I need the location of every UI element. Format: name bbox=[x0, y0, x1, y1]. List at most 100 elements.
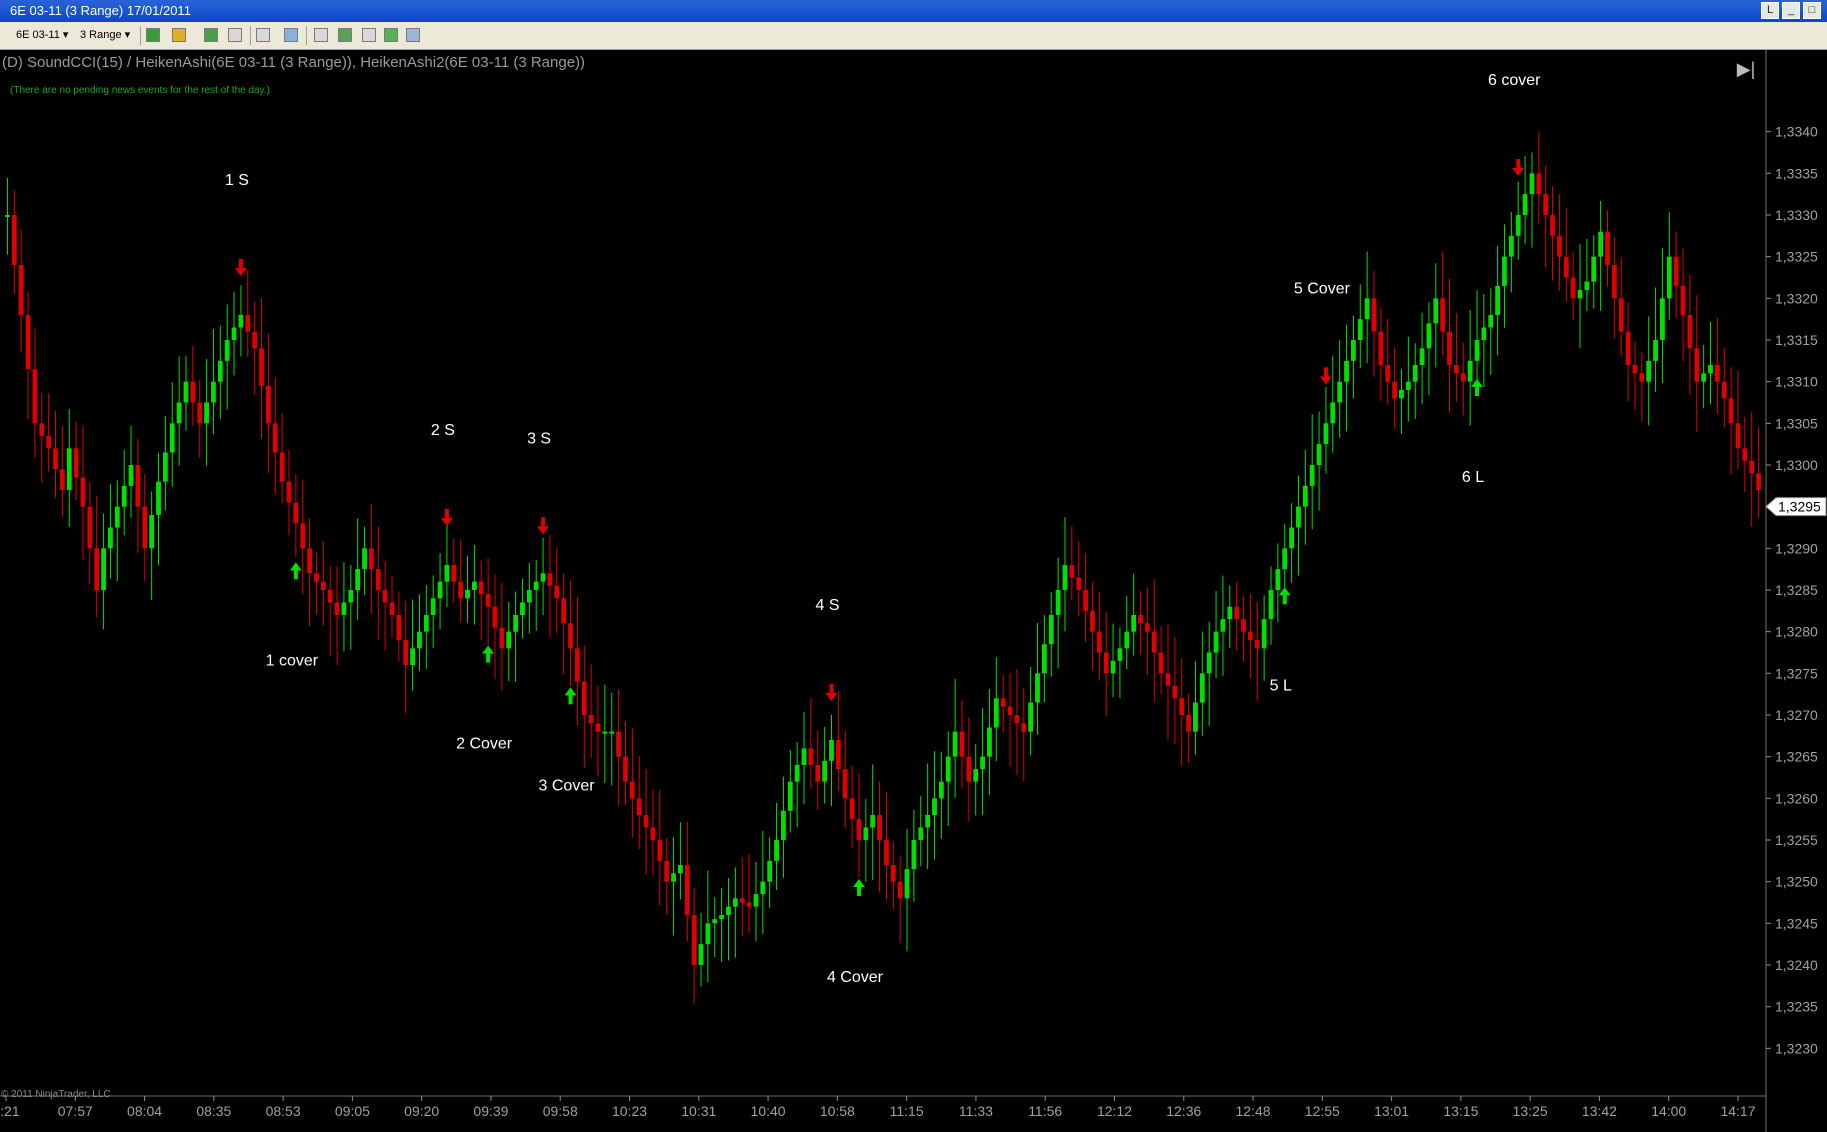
short-arrow-shaft bbox=[541, 517, 546, 528]
price-chart[interactable]: 1 S 1 cover 2 S 2 Cover 3 S 3 Cover 4 S 4 Cover… bbox=[0, 50, 1827, 1132]
candle-body bbox=[341, 602, 347, 615]
candle-body bbox=[1378, 331, 1384, 365]
indicators-icon[interactable] bbox=[338, 28, 352, 42]
candle-body bbox=[162, 452, 168, 482]
candle-body bbox=[1433, 298, 1439, 324]
price-axis: 1,3230 1,3235 1,3240 1,3245 1,3250 1,3255 1,32… bbox=[1765, 50, 1827, 1132]
candle-body bbox=[499, 627, 505, 649]
short-arrow-head bbox=[537, 526, 550, 535]
time-tick-label: 14:00 bbox=[1651, 1103, 1686, 1119]
properties-icon[interactable] bbox=[406, 28, 420, 42]
candle-body bbox=[726, 906, 731, 915]
signal-label: 5 L bbox=[1270, 677, 1292, 694]
long-arrow-head bbox=[289, 562, 302, 571]
candle-body bbox=[348, 590, 354, 603]
candle-body bbox=[1515, 215, 1521, 236]
data-box-icon[interactable] bbox=[314, 28, 328, 42]
candle-body bbox=[1735, 423, 1741, 449]
candle-body bbox=[575, 648, 580, 682]
time-tick-label: 10:40 bbox=[751, 1103, 786, 1119]
crosshair-icon[interactable] bbox=[256, 28, 270, 42]
short-arrow-head bbox=[825, 693, 838, 701]
candle-body bbox=[94, 548, 100, 590]
candle-body bbox=[815, 765, 821, 782]
signal-label: 4 Cover bbox=[827, 969, 884, 986]
candle-body bbox=[1055, 590, 1061, 615]
candle-body bbox=[231, 327, 237, 340]
candle-body bbox=[1316, 444, 1322, 465]
time-tick-label: 11:33 bbox=[959, 1103, 993, 1119]
candle-body bbox=[822, 760, 828, 782]
candle-body bbox=[5, 215, 10, 217]
long-arrow-head bbox=[1278, 587, 1291, 596]
candle-body bbox=[1220, 619, 1226, 632]
candle-body bbox=[1117, 648, 1123, 661]
candle-body bbox=[1756, 473, 1761, 490]
candle-body bbox=[423, 615, 429, 632]
candle-body bbox=[286, 481, 292, 503]
time-tick-label: 08:04 bbox=[127, 1103, 162, 1119]
candle-body bbox=[952, 731, 958, 757]
candle-body bbox=[568, 623, 573, 649]
period-selector[interactable]: 3 Range ▾ bbox=[80, 28, 130, 41]
candle-body bbox=[355, 569, 361, 590]
short-arrow-head bbox=[1512, 168, 1525, 176]
pencil-draw-icon[interactable] bbox=[172, 28, 186, 42]
candle-body bbox=[403, 640, 409, 665]
candle-body bbox=[1419, 348, 1425, 365]
candle-body bbox=[1110, 660, 1116, 674]
price-tick-label: 1,3275 bbox=[1775, 665, 1818, 681]
time-axis: 7:21 07:57 08:04 08:35 08:53 09:05 09:20 09:39 0… bbox=[0, 1095, 1766, 1119]
candle-body bbox=[1069, 565, 1075, 578]
instrument-selector[interactable]: 6E 03-11 ▾ bbox=[16, 28, 68, 41]
candle-body bbox=[293, 502, 299, 524]
candle-body bbox=[1508, 235, 1514, 257]
window-title: 6E 03-11 (3 Range) 17/01/2011 bbox=[10, 3, 191, 18]
candle-body bbox=[1206, 652, 1212, 674]
link-button[interactable]: L bbox=[1761, 2, 1779, 19]
maximize-button[interactable]: □ bbox=[1803, 2, 1821, 19]
candle-body bbox=[1536, 173, 1542, 195]
price-tick-label: 1,3310 bbox=[1775, 374, 1818, 390]
candle-body bbox=[1158, 652, 1164, 674]
candle-body bbox=[1179, 698, 1185, 715]
signal-label: 2 S bbox=[431, 422, 455, 439]
candle-body bbox=[1412, 365, 1418, 382]
candle-body bbox=[1144, 623, 1150, 632]
zoom-icon[interactable] bbox=[284, 28, 298, 42]
price-tick-label: 1,3290 bbox=[1775, 540, 1818, 556]
long-arrow-shaft bbox=[486, 652, 491, 663]
pin-icon[interactable] bbox=[204, 28, 218, 42]
minimize-button[interactable]: _ bbox=[1782, 2, 1800, 19]
candle-body bbox=[375, 569, 381, 590]
candle-body bbox=[1000, 698, 1006, 707]
bar-style-icon[interactable] bbox=[146, 28, 160, 42]
eraser-icon[interactable] bbox=[228, 28, 242, 42]
candle-body bbox=[300, 523, 306, 549]
short-arrow-shaft bbox=[238, 259, 243, 269]
time-tick-label: 12:36 bbox=[1166, 1103, 1201, 1119]
candle-body bbox=[444, 565, 450, 582]
price-tick-label: 1,3300 bbox=[1775, 457, 1818, 473]
strategy-icon[interactable] bbox=[362, 28, 376, 42]
candle-body bbox=[1749, 460, 1755, 474]
short-arrow-shaft bbox=[1323, 367, 1328, 378]
strategy-run-icon[interactable] bbox=[384, 28, 398, 42]
candle-body bbox=[650, 827, 656, 840]
candle-body bbox=[1296, 506, 1301, 528]
candle-body bbox=[753, 894, 759, 907]
candle-body bbox=[698, 944, 704, 965]
candle-body bbox=[1639, 373, 1645, 382]
candle-body bbox=[1714, 365, 1720, 382]
time-tick-label: 09:39 bbox=[473, 1103, 508, 1119]
time-tick-label: 09:05 bbox=[335, 1103, 370, 1119]
scroll-to-end-button[interactable]: ▶| bbox=[1734, 58, 1758, 80]
candle-body bbox=[877, 815, 882, 840]
candle-body bbox=[1660, 298, 1665, 340]
candle-body bbox=[705, 923, 711, 945]
candle-body bbox=[904, 869, 910, 899]
time-tick-label: 09:20 bbox=[404, 1103, 439, 1119]
candle-body bbox=[1357, 319, 1363, 340]
candle-body bbox=[794, 765, 800, 782]
candle-body bbox=[1563, 256, 1569, 278]
